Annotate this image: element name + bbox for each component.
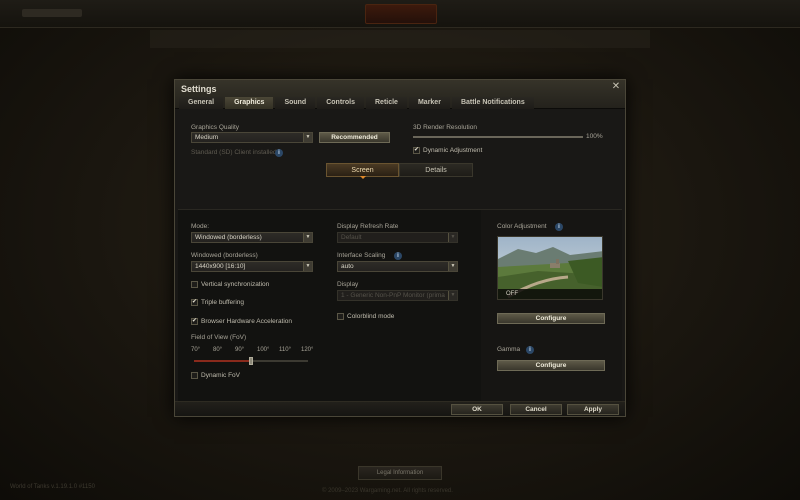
chevron-down-icon: ▼ <box>303 133 312 142</box>
refresh-rate-label: Display Refresh Rate <box>337 223 399 230</box>
triple-buffering-label: Triple buffering <box>201 299 244 306</box>
fov-ticks: 70° 80° 90° 100° 110° 120° <box>191 347 323 353</box>
mode-label: Mode: <box>191 223 210 230</box>
chevron-down-icon: ▼ <box>303 262 312 271</box>
gamma-configure-button[interactable]: Configure <box>497 360 605 371</box>
screen-settings-panel: Mode: Windowed (borderless) ▼ Windowed (… <box>178 209 481 407</box>
vsync-checkbox[interactable] <box>191 281 198 288</box>
colorblind-checkbox[interactable] <box>337 313 344 320</box>
info-icon[interactable]: i <box>555 223 563 231</box>
fov-slider-handle[interactable] <box>249 357 253 365</box>
client-installed-note: Standard (SD) Client installed <box>191 149 277 156</box>
resolution-value: 1440x900 [16:10] <box>195 263 246 270</box>
browser-hw-checkbox[interactable] <box>191 317 198 325</box>
fov-slider-range <box>194 360 251 362</box>
window-title: Settings <box>181 84 217 94</box>
info-icon[interactable]: i <box>275 149 283 157</box>
close-icon[interactable]: ✕ <box>611 82 621 92</box>
display-label: Display <box>337 281 359 288</box>
game-top-bar <box>0 0 800 28</box>
graphics-quality-value: Medium <box>195 134 219 141</box>
color-settings-panel: Color Adjustment i OFF Configure Gamma i… <box>481 209 622 407</box>
colorblind-label: Colorblind mode <box>347 313 395 320</box>
tab-reticle[interactable]: Reticle <box>366 97 407 109</box>
vsync-label: Vertical synchronization <box>201 281 270 288</box>
chevron-down-icon: ▼ <box>448 233 457 242</box>
game-logo <box>22 9 82 17</box>
client-version: World of Tanks v.1.19.1.0 #1150 <box>10 484 95 490</box>
tab-general[interactable]: General <box>179 97 224 109</box>
fov-tick: 90° <box>235 347 245 353</box>
refresh-rate-value: Default <box>341 234 362 241</box>
game-header-strip <box>150 30 650 48</box>
render-resolution-label: 3D Render Resolution <box>413 124 477 131</box>
color-preview-image: OFF <box>497 236 603 300</box>
dynamic-adjustment-checkbox[interactable] <box>413 146 420 154</box>
settings-body: Graphics Quality Medium ▼ Recommended St… <box>175 109 625 407</box>
settings-footer: OK Cancel Apply <box>175 401 625 416</box>
render-resolution-slider-fill <box>413 136 583 138</box>
chevron-down-icon: ▼ <box>448 291 457 300</box>
info-icon[interactable]: i <box>394 252 402 260</box>
dynamic-fov-checkbox[interactable] <box>191 372 198 379</box>
fov-tick: 100° <box>257 347 270 353</box>
battle-button <box>365 4 437 24</box>
render-resolution-value: 100% <box>586 133 603 140</box>
refresh-rate-dropdown: Default ▼ <box>337 232 458 243</box>
fov-label: Field of View (FoV) <box>191 334 247 341</box>
interface-scaling-value: auto <box>341 263 354 270</box>
tab-graphics[interactable]: Graphics <box>225 97 274 109</box>
color-configure-button[interactable]: Configure <box>497 313 605 324</box>
recommended-button[interactable]: Recommended <box>319 132 390 143</box>
display-value: 1 - Generic Non-PnP Monitor (prima <box>341 292 445 299</box>
graphics-quality-label: Graphics Quality <box>191 124 240 131</box>
color-preview-status: OFF <box>498 289 602 299</box>
settings-window: Settings ✕ General Graphics Sound Contro… <box>174 79 626 417</box>
apply-button[interactable]: Apply <box>567 404 619 415</box>
mode-dropdown[interactable]: Windowed (borderless) ▼ <box>191 232 313 243</box>
tab-battle-notifications[interactable]: Battle Notifications <box>451 97 534 109</box>
tab-marker[interactable]: Marker <box>408 97 450 109</box>
color-adjustment-label: Color Adjustment <box>497 223 547 230</box>
fov-tick: 70° <box>191 347 201 353</box>
browser-hw-label: Browser Hardware Acceleration <box>201 318 293 325</box>
copyright: © 2009–2023 Wargaming.net. All rights re… <box>322 488 453 494</box>
chevron-down-icon: ▼ <box>448 262 457 271</box>
dynamic-fov-label: Dynamic FoV <box>201 372 241 379</box>
resolution-label: Windowed (borderless) <box>191 252 258 259</box>
display-dropdown: 1 - Generic Non-PnP Monitor (prima ▼ <box>337 290 458 301</box>
settings-header: Settings ✕ General Graphics Sound Contro… <box>175 80 625 109</box>
interface-scaling-label: Interface Scaling <box>337 252 386 259</box>
ok-button[interactable]: OK <box>451 404 503 415</box>
tab-controls[interactable]: Controls <box>317 97 364 109</box>
legal-information-button[interactable]: Legal Information <box>358 466 442 480</box>
resolution-dropdown[interactable]: 1440x900 [16:10] ▼ <box>191 261 313 272</box>
dynamic-adjustment-label: Dynamic Adjustment <box>423 147 483 154</box>
fov-tick: 80° <box>213 347 223 353</box>
chevron-down-icon: ▼ <box>303 233 312 242</box>
gamma-label: Gamma <box>497 346 521 353</box>
subtab-screen[interactable]: Screen <box>326 163 399 179</box>
mode-value: Windowed (borderless) <box>195 234 262 241</box>
info-icon[interactable]: i <box>526 346 534 354</box>
fov-tick: 110° <box>279 347 291 353</box>
triple-buffering-checkbox[interactable] <box>191 298 198 306</box>
settings-tabs: General Graphics Sound Controls Reticle … <box>179 97 536 109</box>
tab-sound[interactable]: Sound <box>275 97 316 109</box>
fov-tick: 120° <box>301 347 314 353</box>
cancel-button[interactable]: Cancel <box>510 404 562 415</box>
subtab-details[interactable]: Details <box>399 163 473 177</box>
interface-scaling-dropdown[interactable]: auto ▼ <box>337 261 458 272</box>
graphics-quality-dropdown[interactable]: Medium ▼ <box>191 132 313 143</box>
